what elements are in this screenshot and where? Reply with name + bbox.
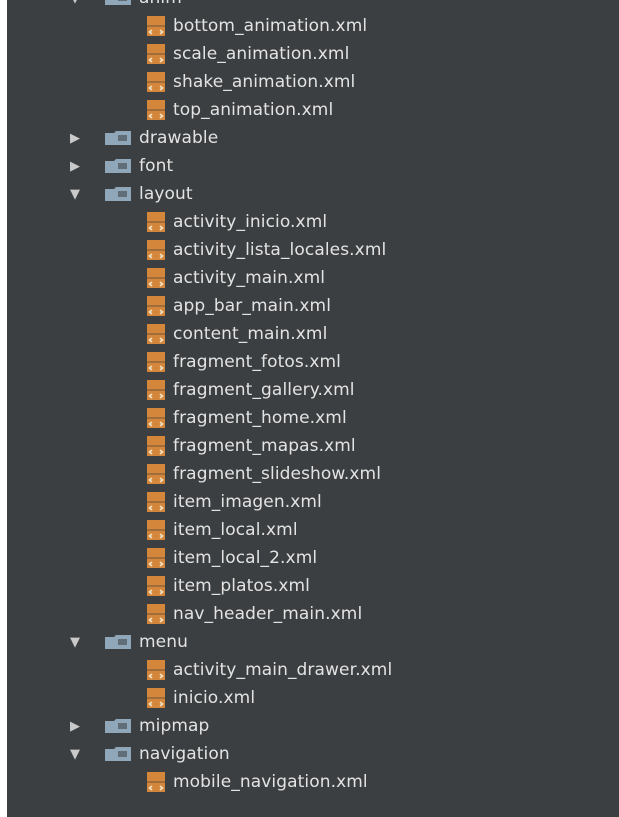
file-label: fragment_gallery.xml [173,379,355,400]
folder-icon [105,0,131,5]
folder-icon [105,635,131,649]
file-label: activity_main_drawer.xml [173,659,393,680]
folder-label: font [139,155,174,176]
xml-file-icon [145,659,167,681]
file-label: activity_main.xml [173,267,326,288]
file-label: inicio.xml [173,687,256,708]
xml-file-icon [145,687,167,709]
file-item[interactable]: item_local_2.xml [7,544,619,572]
file-item[interactable]: fragment_slideshow.xml [7,460,619,488]
file-label: activity_lista_locales.xml [173,239,387,260]
file-item[interactable]: item_platos.xml [7,572,619,600]
file-item[interactable]: activity_main.xml [7,264,619,292]
file-label: item_platos.xml [173,575,311,596]
xml-file-icon [145,99,167,121]
file-item[interactable]: shake_animation.xml [7,68,619,96]
folder-icon [105,187,131,201]
file-item[interactable]: fragment_fotos.xml [7,348,619,376]
folder-label: mipmap [139,715,210,736]
file-label: item_imagen.xml [173,491,322,512]
file-item[interactable]: fragment_home.xml [7,404,619,432]
file-label: item_local.xml [173,519,298,540]
file-label: shake_animation.xml [173,71,356,92]
expand-arrow-icon[interactable]: ▼ [67,0,83,6]
xml-file-icon [145,351,167,373]
xml-file-icon [145,239,167,261]
folder-icon [105,747,131,761]
xml-file-icon [145,519,167,541]
xml-file-icon [145,603,167,625]
xml-file-icon [145,547,167,569]
collapse-arrow-icon[interactable]: ▶ [67,158,83,174]
folder-menu[interactable]: ▼ menu [7,628,619,656]
file-label: mobile_navigation.xml [173,771,368,792]
file-item[interactable]: nav_header_main.xml [7,600,619,628]
file-label: fragment_fotos.xml [173,351,341,372]
file-label: fragment_slideshow.xml [173,463,382,484]
folder-label: navigation [139,743,230,764]
xml-file-icon [145,267,167,289]
folder-label: drawable [139,127,219,148]
folder-label: layout [139,183,193,204]
file-label: app_bar_main.xml [173,295,332,316]
folder-navigation[interactable]: ▼ navigation [7,740,619,768]
file-item[interactable]: fragment_gallery.xml [7,376,619,404]
folder-font[interactable]: ▶ font [7,152,619,180]
file-item[interactable]: app_bar_main.xml [7,292,619,320]
xml-file-icon [145,323,167,345]
expand-arrow-icon[interactable]: ▼ [67,634,83,650]
folder-mipmap[interactable]: ▶ mipmap [7,712,619,740]
xml-file-icon [145,407,167,429]
file-item[interactable]: inicio.xml [7,684,619,712]
collapse-arrow-icon[interactable]: ▶ [67,130,83,146]
xml-file-icon [145,211,167,233]
file-item[interactable]: scale_animation.xml [7,40,619,68]
folder-label: anim [139,0,182,7]
file-item[interactable]: top_animation.xml [7,96,619,124]
file-item[interactable]: activity_lista_locales.xml [7,236,619,264]
file-item[interactable]: bottom_animation.xml [7,12,619,40]
file-item[interactable]: activity_main_drawer.xml [7,656,619,684]
collapse-arrow-icon[interactable]: ▶ [67,718,83,734]
xml-file-icon [145,575,167,597]
xml-file-icon [145,491,167,513]
folder-anim[interactable]: ▼ anim [7,0,619,12]
folder-layout[interactable]: ▼ layout [7,180,619,208]
folder-icon [105,159,131,173]
file-label: activity_inicio.xml [173,211,328,232]
xml-file-icon [145,15,167,37]
expand-arrow-icon[interactable]: ▼ [67,746,83,762]
file-label: bottom_animation.xml [173,15,368,36]
project-tree-panel: ▼ anim bottom_animation.xml scale_animation… [7,0,619,817]
folder-drawable[interactable]: ▶ drawable [7,124,619,152]
file-label: fragment_mapas.xml [173,435,356,456]
xml-file-icon [145,71,167,93]
folder-label: menu [139,631,188,652]
file-item[interactable]: item_imagen.xml [7,488,619,516]
xml-file-icon [145,771,167,793]
file-label: scale_animation.xml [173,43,350,64]
xml-file-icon [145,43,167,65]
file-label: nav_header_main.xml [173,603,363,624]
file-label: item_local_2.xml [173,547,318,568]
expand-arrow-icon[interactable]: ▼ [67,186,83,202]
file-label: fragment_home.xml [173,407,347,428]
file-item[interactable]: activity_inicio.xml [7,208,619,236]
folder-icon [105,131,131,145]
xml-file-icon [145,379,167,401]
folder-icon [105,719,131,733]
xml-file-icon [145,463,167,485]
file-item[interactable]: mobile_navigation.xml [7,768,619,796]
file-item[interactable]: fragment_mapas.xml [7,432,619,460]
project-tree: ▼ anim bottom_animation.xml scale_animation… [7,0,619,796]
xml-file-icon [145,295,167,317]
file-label: content_main.xml [173,323,328,344]
file-label: top_animation.xml [173,99,334,120]
xml-file-icon [145,435,167,457]
file-item[interactable]: content_main.xml [7,320,619,348]
file-item[interactable]: item_local.xml [7,516,619,544]
